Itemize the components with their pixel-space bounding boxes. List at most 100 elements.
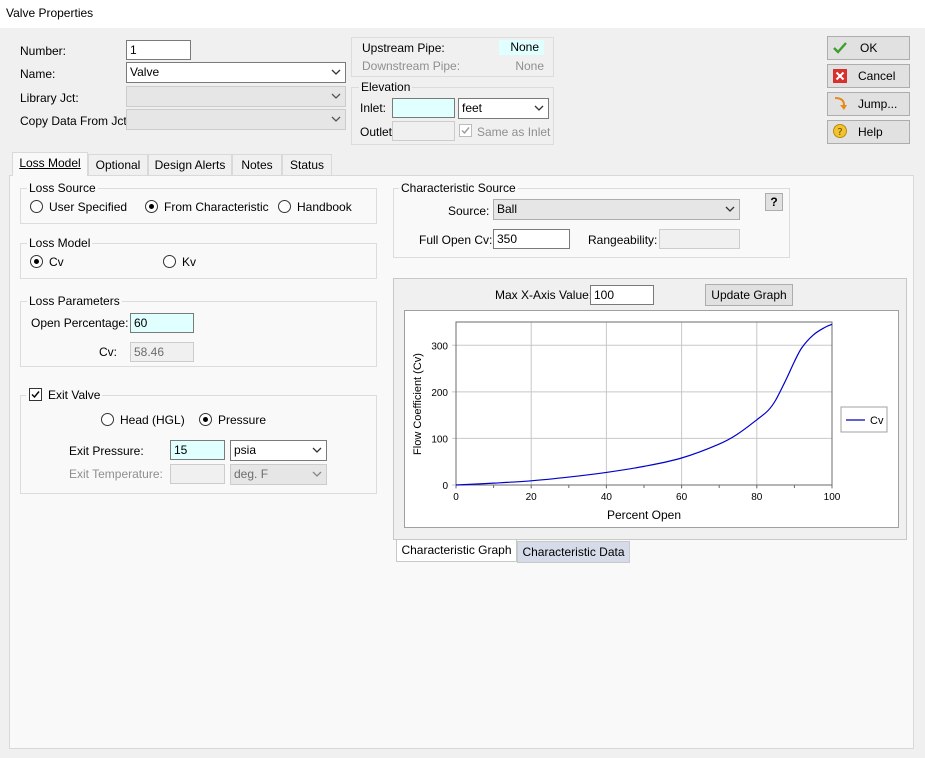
- x-axis-label: Percent Open: [607, 508, 681, 522]
- library-label: Library Jct:: [20, 91, 79, 105]
- outlet-label: Outlet:: [360, 125, 396, 139]
- tab-optional[interactable]: Optional: [88, 154, 148, 175]
- source-combo[interactable]: Ball: [493, 199, 740, 220]
- elevation-unit-combo[interactable]: feet: [458, 98, 549, 119]
- tab-status[interactable]: Status: [282, 154, 332, 175]
- help-icon: ?: [833, 124, 847, 138]
- copy-data-combo[interactable]: [126, 109, 346, 130]
- tab-design-alerts-label: Design Alerts: [154, 158, 226, 172]
- radio-kv[interactable]: [163, 255, 176, 268]
- tab-status-label: Status: [289, 158, 325, 172]
- radio-pressure-label: Pressure: [218, 413, 267, 427]
- tab-characteristic-graph[interactable]: Characteristic Graph: [396, 540, 517, 562]
- max-x-axis-field[interactable]: 100: [590, 285, 654, 305]
- cancel-button[interactable]: Cancel: [827, 64, 910, 88]
- radio-head-hgl-label: Head (HGL): [120, 413, 185, 427]
- x-tick-label: 40: [601, 492, 613, 503]
- upstream-pipe-value: None: [499, 40, 544, 55]
- same-as-inlet-checkbox[interactable]: [459, 124, 472, 137]
- tab-design-alerts[interactable]: Design Alerts: [148, 154, 232, 175]
- name-combo[interactable]: Valve: [126, 62, 346, 83]
- checkmark-icon: [31, 391, 40, 399]
- exit-pressure-unit-combo[interactable]: psia: [230, 440, 327, 461]
- x-tick-label: 100: [824, 492, 841, 503]
- source-label: Source:: [448, 204, 490, 218]
- update-graph-label: Update Graph: [711, 288, 787, 302]
- outlet-field[interactable]: [392, 121, 455, 141]
- radio-head-hgl[interactable]: [101, 413, 114, 426]
- exit-temperature-field[interactable]: [170, 464, 225, 484]
- tab-notes[interactable]: Notes: [232, 154, 282, 175]
- radio-handbook[interactable]: [278, 200, 291, 213]
- exit-pressure-label: Exit Pressure:: [69, 444, 144, 458]
- chevron-down-icon: [534, 105, 544, 111]
- help-question-label: ?: [770, 195, 778, 209]
- radio-user-specified-label: User Specified: [49, 200, 128, 214]
- jump-button[interactable]: Jump...: [827, 92, 910, 116]
- title-bar: Valve Properties: [0, 0, 925, 28]
- inlet-label: Inlet:: [360, 101, 387, 115]
- downstream-pipe-label: Downstream Pipe:: [362, 59, 461, 73]
- radio-kv-label: Kv: [182, 255, 197, 269]
- elevation-title: Elevation: [359, 80, 413, 94]
- help-question-button[interactable]: ?: [765, 193, 783, 211]
- legend-label-cv: Cv: [870, 415, 884, 427]
- jump-label: Jump...: [858, 97, 898, 111]
- tab-characteristic-data[interactable]: Characteristic Data: [517, 541, 630, 563]
- ok-button[interactable]: OK: [827, 36, 910, 60]
- cv-result-field: 58.46: [130, 342, 194, 362]
- chevron-down-icon: [331, 116, 341, 122]
- exit-temperature-label: Exit Temperature:: [69, 467, 163, 481]
- radio-from-characteristic[interactable]: [145, 200, 158, 213]
- exit-valve-checkbox[interactable]: [29, 388, 42, 401]
- x-tick-label: 0: [453, 492, 459, 503]
- chevron-down-icon: [331, 93, 341, 99]
- jump-arrow-icon: [835, 97, 847, 110]
- exit-temperature-unit-combo[interactable]: deg. F: [230, 464, 327, 485]
- exit-valve-label: Exit Valve: [48, 388, 101, 402]
- y-tick-label: 200: [431, 388, 448, 399]
- loss-parameters-group: [20, 301, 377, 367]
- tab-loss-model[interactable]: Loss Model: [12, 152, 88, 176]
- radio-handbook-label: Handbook: [297, 200, 352, 214]
- library-combo[interactable]: [126, 86, 346, 107]
- svg-text:?: ?: [837, 127, 842, 138]
- name-value: Valve: [130, 65, 160, 79]
- exit-temperature-unit-value: deg. F: [234, 467, 269, 481]
- checkmark-icon: [833, 42, 847, 54]
- radio-cv[interactable]: [30, 255, 43, 268]
- characteristic-source-title: Characteristic Source: [399, 181, 518, 195]
- x-tick-label: 20: [526, 492, 538, 503]
- help-button[interactable]: ? Help: [827, 120, 910, 144]
- y-tick-label: 100: [431, 434, 448, 445]
- name-label: Name:: [20, 67, 56, 81]
- rangeability-field[interactable]: [659, 229, 740, 249]
- cancel-label: Cancel: [858, 69, 896, 83]
- loss-model-title: Loss Model: [27, 236, 93, 250]
- number-field[interactable]: 1: [126, 40, 191, 60]
- x-tick-label: 60: [676, 492, 688, 503]
- upstream-pipe-label: Upstream Pipe:: [362, 41, 445, 55]
- radio-pressure[interactable]: [199, 413, 212, 426]
- full-open-cv-field[interactable]: 350: [493, 229, 570, 249]
- chevron-down-icon: [725, 206, 735, 212]
- y-axis-label: Flow Coefficient (Cv): [412, 353, 424, 455]
- update-graph-button[interactable]: Update Graph: [705, 284, 793, 306]
- copy-data-label: Copy Data From Jct...: [20, 114, 137, 128]
- tab-optional-label: Optional: [95, 158, 141, 172]
- x-tick-label: 80: [751, 492, 763, 503]
- checkmark-icon: [461, 127, 470, 135]
- open-percentage-field[interactable]: 60: [130, 313, 194, 333]
- tab-loss-model-label: Loss Model: [19, 156, 81, 170]
- help-label: Help: [858, 125, 883, 139]
- rangeability-label: Rangeability:: [588, 233, 658, 247]
- inlet-field[interactable]: [392, 98, 455, 118]
- radio-user-specified[interactable]: [30, 200, 43, 213]
- y-tick-label: 300: [431, 341, 448, 352]
- y-tick-label: 0: [442, 481, 448, 492]
- same-as-inlet-label: Same as Inlet: [477, 125, 551, 139]
- tab-characteristic-data-label: Characteristic Data: [522, 545, 625, 559]
- radio-from-characteristic-label: From Characteristic: [164, 200, 269, 214]
- exit-pressure-field[interactable]: 15: [170, 440, 225, 460]
- tab-characteristic-graph-label: Characteristic Graph: [401, 543, 512, 557]
